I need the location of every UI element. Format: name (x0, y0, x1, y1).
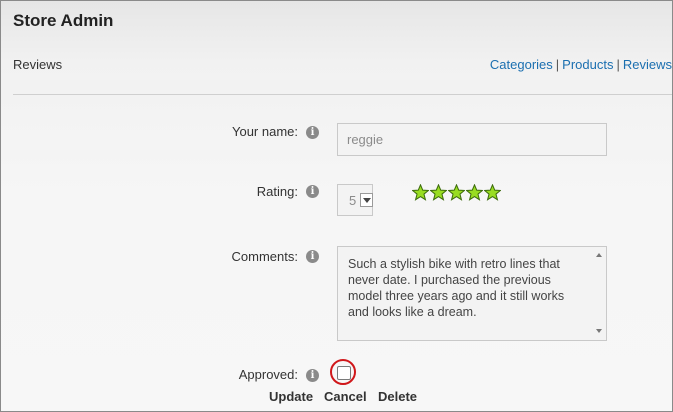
delete-button[interactable]: Delete (378, 389, 417, 404)
rating-select-value: 5 (349, 193, 357, 208)
comments-text: Such a stylish bike with retro lines tha… (348, 257, 565, 319)
nav-separator: | (555, 57, 560, 72)
comments-info-icon[interactable]: i (306, 250, 319, 263)
nav-link-reviews[interactable]: Reviews (623, 57, 672, 72)
star-icon (484, 184, 501, 201)
scroll-up-icon[interactable] (596, 253, 602, 257)
comments-label: Comments: (231, 249, 298, 264)
nav-link-products[interactable]: Products (562, 57, 613, 72)
rating-stars (412, 184, 501, 201)
chevron-down-icon[interactable] (360, 193, 373, 207)
nav-link-categories[interactable]: Categories (490, 57, 553, 72)
store-admin-window: Store Admin Reviews Categories | Products |… (0, 0, 673, 412)
app-title: Store Admin (13, 11, 114, 30)
name-input[interactable] (337, 123, 607, 156)
admin-nav: Categories | Products | Reviews (490, 57, 672, 72)
page-title: Reviews (13, 57, 63, 72)
rating-info-icon[interactable]: i (306, 185, 319, 198)
rating-label: Rating: (256, 184, 298, 199)
approved-info-icon[interactable]: i (306, 369, 319, 382)
star-icon (448, 184, 465, 201)
nav-separator: | (616, 57, 620, 72)
comments-textarea[interactable]: Such a stylish bike with retro lines tha… (337, 246, 607, 341)
header-divider (13, 94, 672, 95)
scroll-down-icon[interactable] (596, 329, 602, 333)
comments-scrollbar[interactable] (592, 247, 606, 340)
update-button[interactable]: Update (269, 389, 313, 404)
checkbox-highlight-circle (330, 359, 356, 385)
star-icon (412, 184, 429, 201)
cancel-button[interactable]: Cancel (324, 389, 367, 404)
star-icon (466, 184, 483, 201)
rating-select[interactable]: 5 (337, 184, 373, 216)
name-label: Your name: (231, 124, 298, 139)
name-info-icon[interactable]: i (306, 126, 319, 139)
star-icon (430, 184, 447, 201)
approved-label: Approved: (238, 367, 298, 382)
